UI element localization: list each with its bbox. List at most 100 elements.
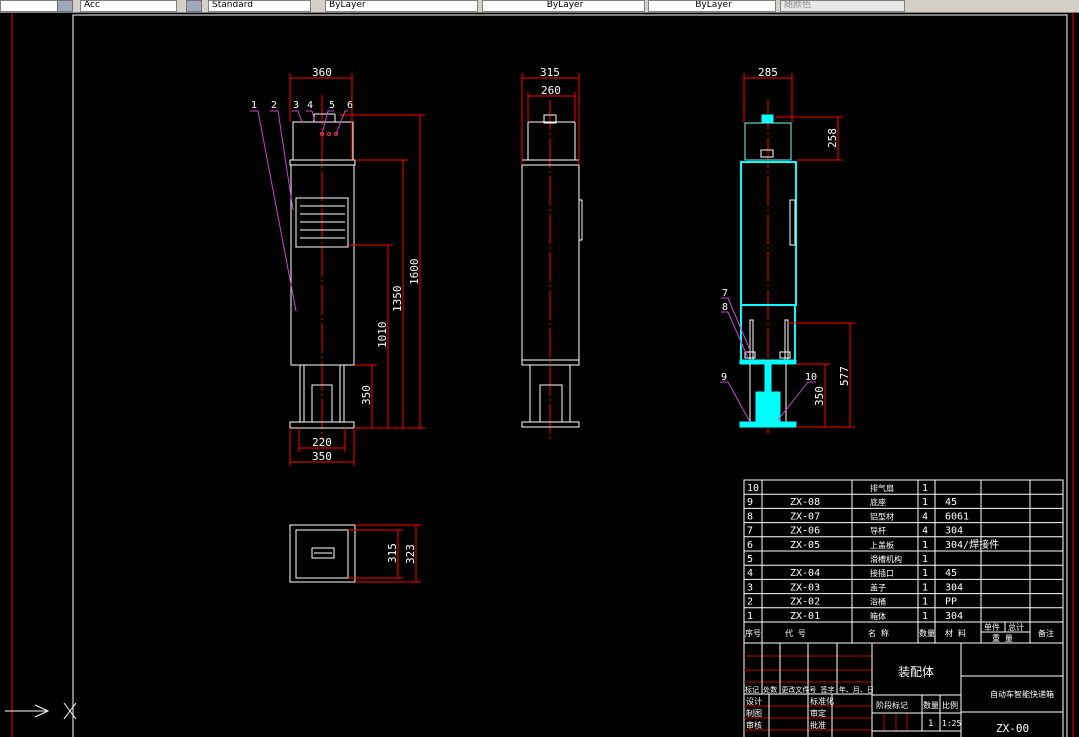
- svg-text:1: 1: [251, 100, 257, 111]
- lineweight-dropdown[interactable]: ByLayer: [648, 0, 776, 12]
- svg-text:5: 5: [329, 100, 335, 111]
- svg-text:3: 3: [293, 100, 299, 111]
- bom-header-code: 代 号: [785, 628, 806, 638]
- dim-350-right: 350: [813, 386, 826, 406]
- bom-cell-no: 6: [747, 540, 753, 551]
- bom-cell-no: 1: [747, 611, 753, 622]
- dim-577: 577: [838, 366, 851, 386]
- qty-value: 1: [928, 719, 933, 729]
- bom-cell-no: 8: [747, 511, 753, 522]
- top-view[interactable]: [289, 524, 356, 583]
- bom-cell-name: 接插口: [870, 568, 894, 578]
- svg-text:9: 9: [721, 372, 727, 383]
- front-view[interactable]: [289, 95, 356, 440]
- svg-text:批准: 批准: [810, 720, 826, 730]
- dim-315-top: 315: [386, 543, 399, 563]
- svg-text:制图: 制图: [746, 708, 762, 718]
- bom-cell-code: ZX-01: [790, 611, 820, 622]
- svg-text:标准化: 标准化: [810, 696, 834, 706]
- bom-cell-material: 304: [945, 526, 963, 537]
- bom-cell-material: 304: [945, 582, 963, 593]
- bom-cell-name: 底座: [870, 497, 886, 507]
- right-section-view[interactable]: [739, 100, 797, 437]
- bom-header-name: 名 称: [868, 628, 889, 638]
- bom-cell-no: 3: [747, 582, 753, 593]
- bom-cell-name: 浴桶: [870, 597, 886, 607]
- svg-text:10: 10: [805, 372, 817, 383]
- bom-row: 8 ZX-07 铝型材 4 6061: [747, 511, 969, 522]
- bom-cell-code: ZX-06: [790, 526, 820, 537]
- dim-260: 260: [541, 84, 561, 97]
- drawing-canvas[interactable]: 360 1600 1350 1010 350 220 350 1 2 3 4 5…: [0, 13, 1079, 737]
- properties-toolbar: Acc Standard ByLayer ByLayer ByLayer 随颜色: [0, 0, 1079, 13]
- bom-row: 5 滑槽机构 1: [747, 554, 928, 565]
- side-view[interactable]: [521, 100, 583, 440]
- dim-350-base: 350: [312, 450, 332, 463]
- svg-text:6: 6: [347, 100, 353, 111]
- bom-cell-no: 10: [747, 483, 759, 494]
- top-view-dimensions: 315 323: [348, 524, 421, 583]
- bom-header-remark: 备注: [1038, 628, 1054, 638]
- bom-cell-name: 排气扇: [870, 483, 894, 493]
- dimstyle-dropdown[interactable]: Acc: [80, 0, 177, 12]
- svg-text:7: 7: [722, 288, 728, 299]
- revision-header: 标记 处数 更改文件号 签字 年、月、日: [745, 685, 874, 694]
- bom-cell-name: 铝型材: [870, 511, 894, 521]
- dim-258: 258: [826, 128, 839, 148]
- bom-cell-material: 304/焊接件: [945, 538, 999, 551]
- dimstyle-icon[interactable]: [57, 0, 73, 12]
- bom-cell-no: 2: [747, 597, 753, 608]
- title-block: 装配体 自动车智能快递箱 ZX-00 阶段标记 数量 比例 1 1:25 标记 …: [743, 642, 1064, 737]
- qty-label: 数量: [923, 700, 939, 710]
- svg-text:2: 2: [271, 100, 277, 111]
- bom-header-single: 单件: [984, 622, 1000, 632]
- bom-cell-material: 45: [945, 568, 957, 579]
- scale-label: 比例: [942, 700, 958, 710]
- bom-header-weight: 重 量: [992, 633, 1013, 643]
- dim-350-legs: 350: [360, 385, 373, 405]
- dim-220: 220: [312, 436, 332, 449]
- bom-cell-code: ZX-07: [790, 511, 820, 522]
- bom-cell-material: PP: [945, 597, 957, 608]
- bom-cell-qty: 1: [922, 497, 928, 508]
- bom-cell-no: 4: [747, 568, 753, 579]
- bom-row: 1 ZX-01 箱体 1 304: [747, 611, 963, 622]
- bom-cell-qty: 1: [922, 540, 928, 551]
- bom-cell-code: ZX-02: [790, 597, 820, 608]
- svg-text:审定: 审定: [810, 708, 826, 718]
- bom-cell-qty: 1: [922, 568, 928, 579]
- bom-cell-code: ZX-03: [790, 582, 820, 593]
- bom-cell-name: 箱体: [870, 611, 886, 621]
- product-name: 自动车智能快递箱: [990, 689, 1054, 699]
- bom-cell-no: 9: [747, 497, 753, 508]
- svg-text:设计: 设计: [746, 696, 762, 706]
- bom-cell-code: ZX-05: [790, 540, 820, 551]
- bom-cell-material: 45: [945, 497, 957, 508]
- bom-cell-name: 上盖板: [870, 540, 894, 550]
- bom-header-qty: 数量: [919, 628, 935, 638]
- ucs-icon: [5, 702, 77, 720]
- right-view-dimensions: 285 258 577 350: [743, 66, 855, 428]
- svg-text:8: 8: [722, 302, 728, 313]
- bom-cell-no: 7: [747, 526, 753, 537]
- svg-text:审核: 审核: [746, 720, 762, 730]
- parts-list-table: 10 排气扇 19 ZX-08 底座 1 458 ZX-07 铝型材 4 60617 ZX-06 导杆 4…: [743, 479, 1064, 644]
- dim-1350: 1350: [391, 286, 404, 313]
- bom-cell-material: 6061: [945, 511, 969, 522]
- bom-cell-qty: 1: [922, 483, 928, 494]
- bom-cell-qty: 1: [922, 554, 928, 565]
- textstyle-icon[interactable]: [186, 0, 202, 12]
- scale-value: 1:25: [942, 719, 961, 728]
- bom-row: 3 ZX-03 盖子 1 304: [747, 582, 963, 593]
- bom-header-material: 材 料: [945, 628, 966, 638]
- bom-header-no: 序号: [745, 628, 761, 638]
- bom-cell-qty: 1: [922, 582, 928, 593]
- bom-row: 7 ZX-06 导杆 4 304: [747, 526, 963, 537]
- dim-285: 285: [758, 66, 778, 79]
- textstyle-dropdown[interactable]: Standard: [208, 0, 311, 12]
- bom-cell-no: 5: [747, 554, 753, 565]
- dim-315: 315: [540, 66, 560, 79]
- dim-1010: 1010: [376, 322, 389, 349]
- linetype-dropdown[interactable]: ByLayer: [482, 0, 645, 12]
- color-dropdown[interactable]: ByLayer: [325, 0, 478, 12]
